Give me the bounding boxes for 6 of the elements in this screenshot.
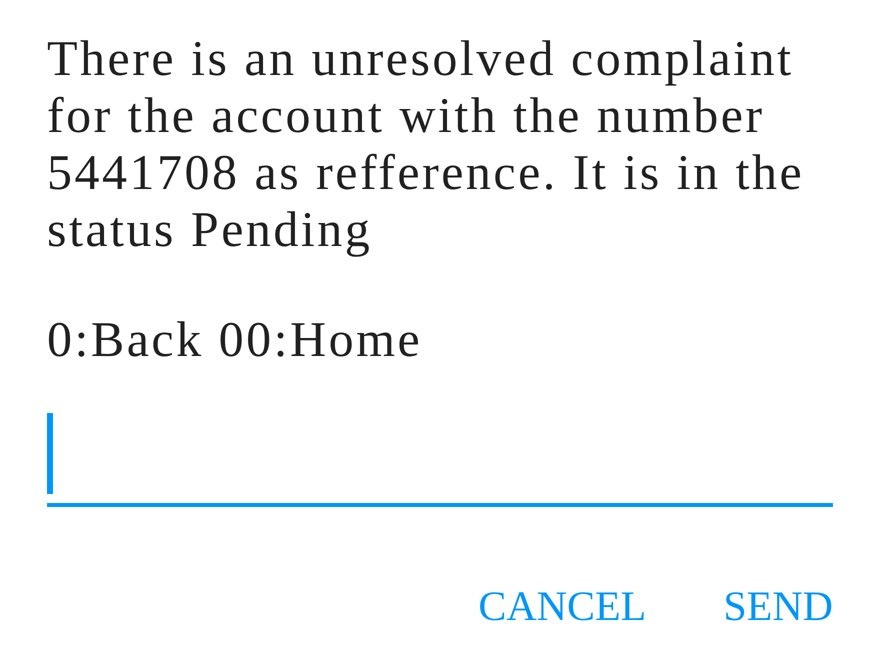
menu-options-text: 0:Back 00:Home — [47, 311, 424, 368]
cancel-button[interactable]: CANCEL — [478, 576, 646, 638]
text-cursor-icon — [47, 413, 53, 494]
input-field[interactable] — [47, 413, 833, 507]
send-button[interactable]: SEND — [723, 576, 833, 638]
dialog-message: There is an unresolved complaint for the account with the number 5441708 as refference. It is in the status Pending — [47, 30, 806, 258]
